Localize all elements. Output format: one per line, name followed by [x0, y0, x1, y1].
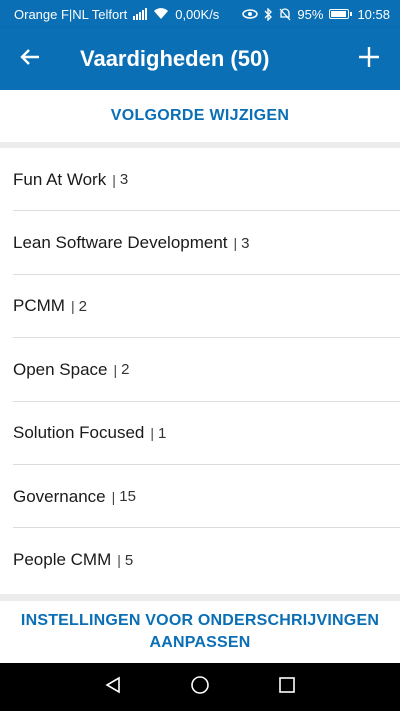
settings-label-line2: AANPASSEN	[149, 634, 251, 651]
triangle-back-icon	[104, 676, 122, 699]
skill-separator: |	[113, 361, 118, 378]
network-speed: 0,00K/s	[175, 6, 220, 22]
nav-home-button[interactable]	[180, 667, 220, 707]
arrow-left-icon	[20, 48, 40, 71]
status-right: 95% 10:58	[242, 7, 390, 22]
skill-count: 15	[119, 488, 136, 506]
status-left: Orange F|NL Telfort 0,00K/s	[14, 7, 219, 22]
skill-name: Governance	[13, 486, 106, 506]
skill-separator: |	[70, 298, 75, 315]
signal-icon	[133, 8, 148, 20]
clock: 10:58	[357, 6, 390, 22]
battery-icon	[329, 9, 353, 19]
plus-icon	[358, 46, 380, 73]
skill-separator: |	[117, 552, 121, 569]
eye-icon	[242, 9, 259, 19]
skill-count: 3	[241, 234, 250, 252]
section-divider	[0, 594, 400, 601]
skill-separator: |	[112, 171, 116, 188]
circle-home-icon	[190, 675, 210, 700]
bluetooth-icon	[264, 7, 273, 21]
list-item[interactable]: Fun At Work | 3	[0, 148, 400, 212]
skill-name: Lean Software Development	[13, 233, 228, 253]
skill-name: Fun At Work	[13, 169, 107, 189]
carrier-label: Orange F|NL Telfort	[14, 6, 128, 22]
skill-separator: |	[111, 488, 116, 505]
skill-count: 1	[158, 424, 167, 442]
nav-recents-button[interactable]	[267, 667, 307, 707]
list-item[interactable]: Solution Focused | 1	[0, 402, 400, 466]
status-bar: Orange F|NL Telfort 0,00K/s 95% 10:58	[0, 0, 400, 28]
skill-separator: |	[233, 235, 238, 252]
nav-back-button[interactable]	[93, 667, 133, 707]
wifi-icon	[153, 8, 169, 20]
list-item[interactable]: Lean Software Development | 3	[0, 211, 400, 276]
square-recents-icon	[278, 676, 296, 699]
skill-name: Open Space	[13, 359, 108, 379]
add-skill-button[interactable]	[338, 28, 400, 90]
skill-count: 5	[124, 551, 134, 569]
settings-label-line1: INSTELLINGEN VOOR ONDERSCHRIJVINGEN	[20, 612, 380, 629]
reorder-button[interactable]: VOLGORDE WIJZIGEN	[0, 90, 400, 142]
battery-percent: 95%	[297, 6, 324, 22]
list-item[interactable]: Open Space | 2	[0, 338, 400, 402]
skill-name: PCMM	[13, 296, 65, 316]
subscription-settings-button[interactable]: INSTELLINGEN VOOR ONDERSCHRIJVINGEN AANP…	[0, 601, 400, 663]
skill-count: 3	[119, 171, 129, 189]
list-item[interactable]: Governance | 15	[0, 465, 400, 529]
list-item[interactable]: People CMM | 5	[0, 528, 400, 591]
skill-list: Fun At Work | 3 Lean Software Developmen…	[0, 148, 400, 596]
skill-count: 2	[121, 361, 130, 379]
skill-count: 2	[78, 297, 87, 315]
page-title: Vaardigheden (50)	[80, 46, 270, 71]
skill-name: Solution Focused	[13, 423, 145, 443]
subscription-settings-label: INSTELLINGEN VOOR ONDERSCHRIJVINGEN AANP…	[21, 610, 379, 654]
mute-bell-icon	[279, 7, 291, 21]
system-nav-bar	[0, 663, 400, 711]
skill-separator: |	[150, 425, 155, 442]
skill-name: People CMM	[13, 550, 112, 570]
back-button[interactable]	[0, 28, 60, 90]
list-item[interactable]: PCMM | 2	[0, 275, 400, 339]
app-bar: Vaardigheden (50)	[0, 28, 400, 90]
